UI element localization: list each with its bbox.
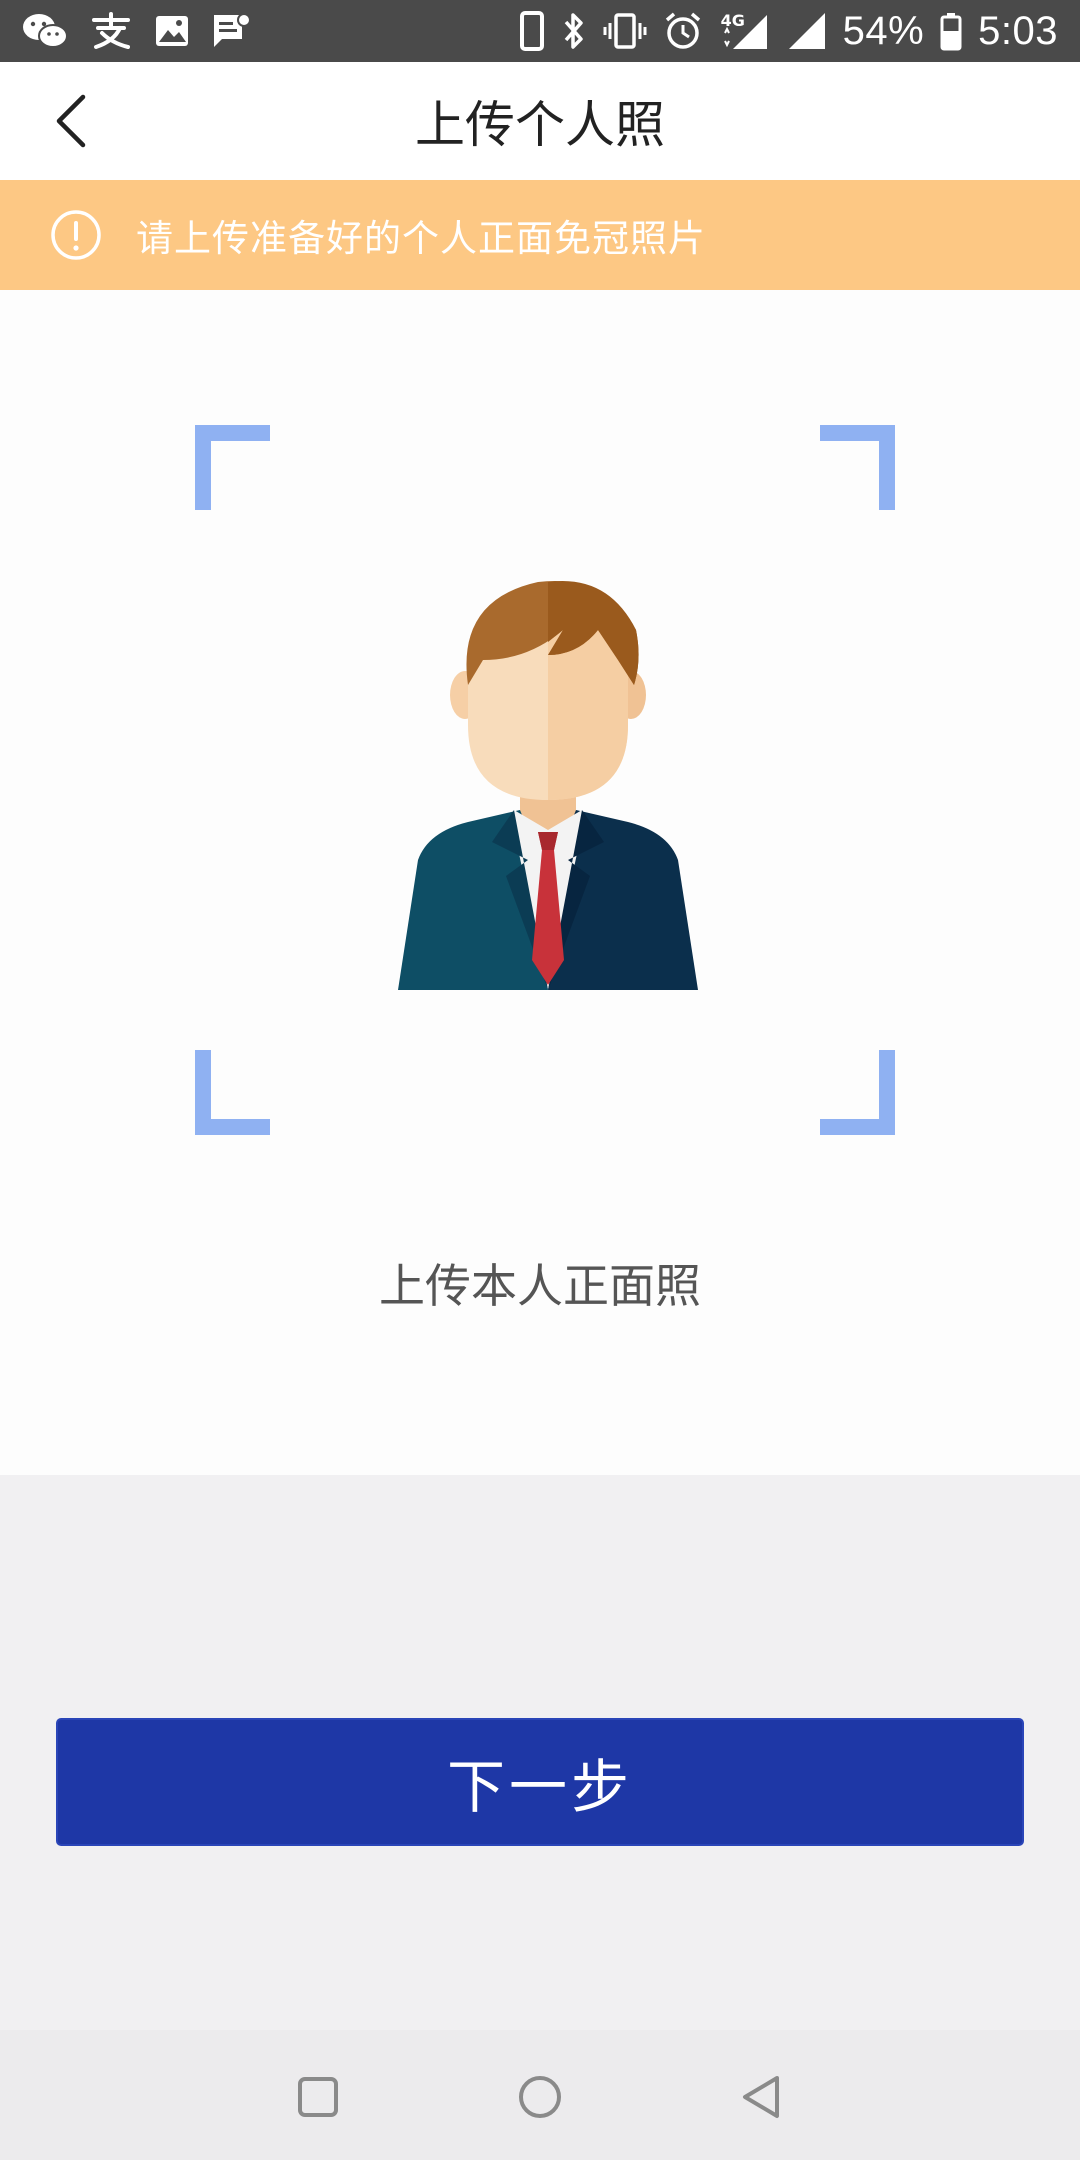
system-navigation-bar xyxy=(0,2030,1080,2160)
next-step-button[interactable]: 下一步 xyxy=(56,1718,1024,1846)
alipay-icon xyxy=(90,11,132,51)
warning-circle-icon xyxy=(51,210,101,260)
frame-corner-bottom-left xyxy=(195,1050,270,1135)
back-icon xyxy=(743,2076,779,2118)
person-avatar-icon xyxy=(398,581,698,990)
upload-caption: 上传本人正面照 xyxy=(379,1259,701,1313)
signal-4g-icon: 4G xyxy=(719,11,771,51)
battery-icon xyxy=(940,11,962,51)
frame-corner-top-left xyxy=(195,425,270,510)
photo-upload-area[interactable] xyxy=(190,425,895,1135)
back-button[interactable] xyxy=(36,86,106,156)
page-title: 上传个人照 xyxy=(415,96,665,154)
signal-icon xyxy=(787,11,827,51)
recents-icon xyxy=(298,2077,338,2117)
phone-icon xyxy=(519,11,545,51)
system-back-button[interactable] xyxy=(737,2072,787,2122)
vibrate-icon xyxy=(603,11,647,51)
status-left-icons xyxy=(22,11,252,51)
clock-time: 5:03 xyxy=(978,8,1058,53)
battery-percent: 54% xyxy=(842,8,925,53)
frame-corner-bottom-right xyxy=(820,1050,895,1135)
notice-text: 请上传准备好的个人正面免冠照片 xyxy=(136,217,706,260)
chevron-left-icon xyxy=(56,94,86,148)
wechat-icon xyxy=(22,11,68,51)
network-label: 4G xyxy=(720,11,745,30)
status-right-icons: 4G 54% 5:03 xyxy=(519,9,1058,54)
bluetooth-icon xyxy=(561,11,587,51)
recents-button[interactable] xyxy=(293,2072,343,2122)
status-bar: 4G 54% 5:03 xyxy=(0,0,1080,62)
frame-corner-top-right xyxy=(820,425,895,510)
notice-banner: 请上传准备好的个人正面免冠照片 xyxy=(0,180,1080,290)
alarm-icon xyxy=(663,11,703,51)
image-icon xyxy=(154,14,190,48)
home-button[interactable] xyxy=(515,2072,565,2122)
message-icon xyxy=(212,13,252,49)
home-icon xyxy=(519,2076,561,2118)
navigation-bar: 上传个人照 xyxy=(0,62,1080,180)
upload-card: 上传本人正面照 xyxy=(0,290,1080,1475)
